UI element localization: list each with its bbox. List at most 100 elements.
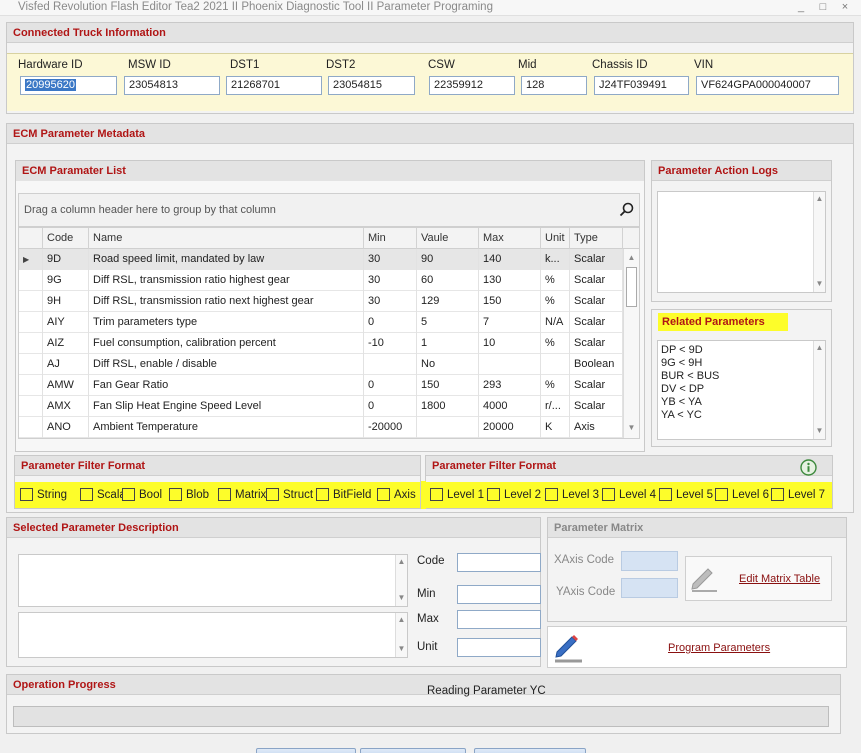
action-logs-scrollbar[interactable]: ▲ ▼ bbox=[813, 192, 825, 292]
list-item[interactable]: YB < YA bbox=[661, 396, 811, 409]
program-parameters-link[interactable]: Program Parameters bbox=[668, 642, 770, 654]
table-cell: 60 bbox=[417, 270, 479, 291]
bottom-button-2[interactable] bbox=[360, 748, 466, 753]
scroll-down-arrow-icon[interactable]: ▼ bbox=[814, 424, 825, 438]
description-top-scrollbar[interactable]: ▲ ▼ bbox=[395, 555, 407, 606]
checkbox-icon[interactable] bbox=[20, 488, 33, 502]
truck-field-input[interactable]: 128 bbox=[521, 76, 587, 95]
filter-checkbox[interactable]: BitField bbox=[316, 485, 371, 505]
filter-checkbox[interactable]: Level 2 bbox=[487, 485, 541, 505]
minimize-button[interactable]: _ bbox=[792, 0, 810, 14]
checkbox-icon[interactable] bbox=[316, 488, 329, 502]
yaxis-code-field[interactable] bbox=[621, 578, 678, 598]
filter-checkbox[interactable]: Level 5 bbox=[659, 485, 713, 505]
scroll-up-arrow-icon[interactable]: ▲ bbox=[814, 192, 825, 206]
edit-matrix-link[interactable]: Edit Matrix Table bbox=[739, 573, 820, 585]
checkbox-icon[interactable] bbox=[266, 488, 279, 502]
checkbox-icon[interactable] bbox=[430, 488, 443, 502]
bottom-button-3[interactable] bbox=[474, 748, 586, 753]
filter-checkbox[interactable]: Level 7 bbox=[771, 485, 825, 505]
checkbox-icon[interactable] bbox=[545, 488, 558, 502]
filter-checkbox[interactable]: Axis bbox=[377, 485, 416, 505]
filter-checkbox[interactable]: String bbox=[20, 485, 67, 505]
max-field[interactable] bbox=[457, 610, 541, 629]
list-item[interactable]: 9G < 9H bbox=[661, 357, 811, 370]
column-header-value[interactable]: Vaule bbox=[417, 228, 479, 249]
edit-matrix-button[interactable]: Edit Matrix Table bbox=[685, 556, 832, 601]
truck-field-input[interactable]: J24TF039491 bbox=[594, 76, 689, 95]
column-header-code[interactable]: Code bbox=[43, 228, 89, 249]
table-row[interactable]: ANO Ambient Temperature -20000 20000 K Axis bbox=[19, 417, 623, 438]
filter-checkbox[interactable]: Level 1 bbox=[430, 485, 484, 505]
group-panel[interactable]: Drag a column header here to group by th… bbox=[18, 193, 640, 227]
table-row[interactable]: AJ Diff RSL, enable / disable No Boolean bbox=[19, 354, 623, 375]
filter-checkbox[interactable]: Struct bbox=[266, 485, 313, 505]
search-icon[interactable] bbox=[619, 202, 635, 221]
checkbox-icon[interactable] bbox=[169, 488, 182, 502]
related-scrollbar[interactable]: ▲ ▼ bbox=[813, 341, 825, 439]
table-row[interactable]: ▶ 9D Road speed limit, mandated by law 30 90… bbox=[19, 249, 623, 270]
truck-field-input[interactable]: 23054813 bbox=[124, 76, 220, 95]
checkbox-icon[interactable] bbox=[715, 488, 728, 502]
table-row[interactable]: AMX Fan Slip Heat Engine Speed Level 0 1800… bbox=[19, 396, 623, 417]
checkbox-icon[interactable] bbox=[80, 488, 93, 502]
scroll-down-arrow-icon[interactable]: ▼ bbox=[396, 591, 407, 605]
table-row[interactable]: AMW Fan Gear Ratio 0 150 293% Scalar bbox=[19, 375, 623, 396]
xaxis-code-field[interactable] bbox=[621, 551, 678, 571]
truck-field-input[interactable]: 21268701 bbox=[226, 76, 322, 95]
action-logs-list[interactable]: ▲ ▼ bbox=[657, 191, 826, 293]
code-field[interactable] bbox=[457, 553, 541, 572]
maximize-button[interactable]: □ bbox=[814, 0, 832, 14]
min-field[interactable] bbox=[457, 585, 541, 604]
checkbox-icon[interactable] bbox=[218, 488, 231, 502]
scroll-down-arrow-icon[interactable]: ▼ bbox=[396, 642, 407, 656]
checkbox-icon[interactable] bbox=[602, 488, 615, 502]
checkbox-icon[interactable] bbox=[122, 488, 135, 502]
checkbox-icon[interactable] bbox=[771, 488, 784, 502]
related-params-list[interactable]: DP < 9D 9G < 9H BUR < BUS DV < DP YB < YA YA … bbox=[657, 340, 826, 440]
list-item[interactable]: YA < YC bbox=[661, 409, 811, 422]
list-item[interactable]: DP < 9D bbox=[661, 344, 811, 357]
program-parameters-button[interactable]: Program Parameters bbox=[547, 626, 847, 668]
bottom-button-1[interactable] bbox=[256, 748, 356, 753]
column-header-name[interactable]: Name bbox=[89, 228, 364, 249]
column-header-type[interactable]: Type bbox=[570, 228, 623, 249]
column-header-min[interactable]: Min bbox=[364, 228, 417, 249]
column-header-max[interactable]: Max bbox=[479, 228, 541, 249]
list-item[interactable]: BUR < BUS bbox=[661, 370, 811, 383]
scroll-up-arrow-icon[interactable]: ▲ bbox=[396, 555, 407, 569]
filter-checkbox[interactable]: Level 3 bbox=[545, 485, 599, 505]
truck-field-input[interactable]: 23054815 bbox=[328, 76, 415, 95]
scroll-thumb[interactable] bbox=[626, 267, 637, 307]
filter-checkbox[interactable]: Blob bbox=[169, 485, 209, 505]
filter-checkbox[interactable]: Level 6 bbox=[715, 485, 769, 505]
table-row[interactable]: AIZ Fuel consumption, calibration percent… bbox=[19, 333, 623, 354]
table-row[interactable]: 9H Diff RSL, transmission ratio next high… bbox=[19, 291, 623, 312]
truck-field-input[interactable]: 22359912 bbox=[429, 76, 515, 95]
table-row[interactable]: 9G Diff RSL, transmission ratio highest g… bbox=[19, 270, 623, 291]
checkbox-icon[interactable] bbox=[659, 488, 672, 502]
scroll-down-arrow-icon[interactable]: ▼ bbox=[814, 277, 825, 291]
list-item[interactable]: DV < DP bbox=[661, 383, 811, 396]
scroll-up-arrow-icon[interactable]: ▲ bbox=[814, 341, 825, 355]
close-button[interactable]: × bbox=[836, 0, 854, 14]
scroll-up-arrow-icon[interactable]: ▲ bbox=[396, 613, 407, 627]
scroll-down-arrow-icon[interactable]: ▼ bbox=[624, 421, 639, 435]
unit-field[interactable] bbox=[457, 638, 541, 657]
truck-field-input[interactable]: VF624GPA000040007 bbox=[696, 76, 839, 95]
column-header-unit[interactable]: Unit bbox=[541, 228, 570, 249]
info-icon[interactable] bbox=[800, 459, 817, 479]
filter-checkbox[interactable]: Bool bbox=[122, 485, 162, 505]
filter-checkbox[interactable]: Level 4 bbox=[602, 485, 656, 505]
scroll-up-arrow-icon[interactable]: ▲ bbox=[624, 251, 639, 265]
description-box-top[interactable]: ▲ ▼ bbox=[18, 554, 408, 607]
checkbox-icon[interactable] bbox=[377, 488, 390, 502]
filter-checkbox[interactable]: Matrix bbox=[218, 485, 266, 505]
table-row[interactable]: AIY Trim parameters type 0 5 7 N/A Scalar bbox=[19, 312, 623, 333]
truck-field-input[interactable]: 20995620 bbox=[20, 76, 117, 95]
yaxis-code-label: YAxis Code bbox=[556, 586, 616, 598]
checkbox-icon[interactable] bbox=[487, 488, 500, 502]
description-bottom-scrollbar[interactable]: ▲ ▼ bbox=[395, 613, 407, 657]
description-box-bottom[interactable]: ▲ ▼ bbox=[18, 612, 408, 658]
grid-scrollbar[interactable]: ▲ ▼ bbox=[623, 249, 639, 438]
